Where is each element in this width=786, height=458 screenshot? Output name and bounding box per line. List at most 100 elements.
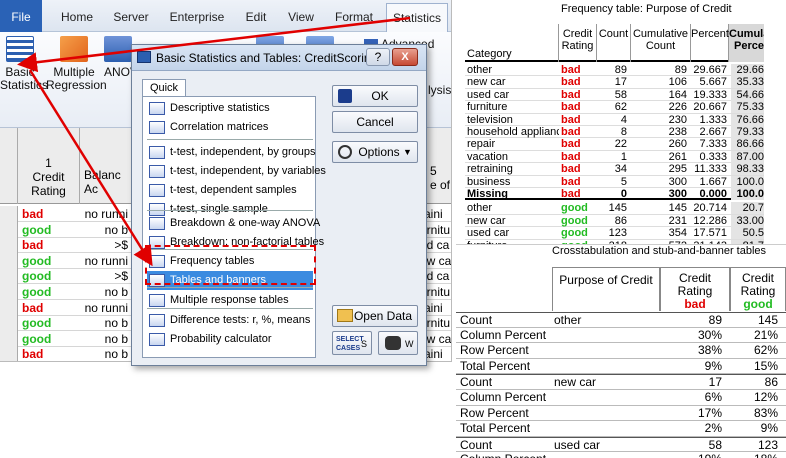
cell-bad: 9% (704, 358, 722, 373)
tab-file[interactable]: File (0, 0, 42, 32)
tab-edit[interactable]: Edit (238, 0, 274, 32)
cell-cumulative-percent: 87.00 (731, 150, 764, 163)
table-row: television bad 4 230 1.333 76.66 (465, 113, 764, 126)
row-header[interactable] (0, 299, 18, 316)
help-button[interactable]: ? (366, 48, 390, 66)
row-header[interactable] (0, 237, 18, 254)
cancel-button[interactable]: Cancel (332, 111, 418, 133)
list-item-correlation-matrices[interactable]: Correlation matrices (147, 118, 313, 137)
list-item-t-test-dependent-samples[interactable]: t-test, dependent samples (147, 181, 313, 200)
cell-percent: 29.667 (693, 64, 727, 76)
table-row: Column Percent 19% 18% (456, 452, 786, 458)
cell-credit-rating: bad (561, 150, 581, 163)
cell-purpose (554, 328, 658, 343)
cell-category: retraining (467, 163, 513, 176)
cell-bad: 2% (704, 421, 722, 436)
cell-balance[interactable]: no b (80, 316, 132, 331)
cell-balance[interactable]: no b (80, 223, 132, 238)
cell-credit-rating[interactable]: good (22, 285, 78, 300)
row-header[interactable] (0, 315, 18, 332)
list-item-breakdown-one-way-anova[interactable]: Breakdown & one-way ANOVA (147, 214, 320, 233)
credit-rating-label: Credit Rating (677, 271, 713, 298)
cell-percent: 1.667 (699, 175, 727, 188)
list-item-t-test-independent-by-variables[interactable]: t-test, independent, by variables (147, 162, 326, 181)
cell-credit-rating[interactable]: bad (22, 207, 78, 222)
cell-balance[interactable]: no runni (80, 301, 132, 316)
cell-statistic: Column Percent (460, 327, 547, 342)
cell-credit-rating[interactable]: good (22, 316, 78, 331)
multiple-regression-button[interactable]: Multiple Regression (46, 36, 107, 92)
cell-credit-rating[interactable]: good (22, 223, 78, 238)
row-header[interactable] (0, 330, 18, 347)
analysis-icon (149, 121, 165, 134)
close-button[interactable]: X (392, 48, 418, 66)
tab-view[interactable]: View (282, 0, 320, 32)
cell-credit-rating[interactable]: bad (22, 238, 78, 253)
cell-balance[interactable]: >$ (80, 269, 132, 284)
ok-button[interactable]: OK (332, 85, 418, 107)
table-row: Count other 89 145 (456, 312, 786, 328)
options-button[interactable]: Options ▼ (332, 141, 418, 163)
table-row: new car bad 17 106 5.667 35.33 (465, 76, 764, 89)
anova-button[interactable]: ANOV (104, 36, 138, 79)
tab-home[interactable]: Home (50, 0, 104, 32)
cell-percent: 0.000 (699, 188, 727, 200)
ok-label: OK (371, 89, 389, 103)
cell-cumulative-count: 238 (668, 126, 687, 138)
cell-credit-rating[interactable]: good (22, 254, 78, 269)
tab-enterprise[interactable]: Enterprise (162, 0, 232, 32)
open-data-button[interactable]: Open Data (332, 305, 418, 327)
cell-balance[interactable]: no b (80, 285, 132, 300)
row-header[interactable] (0, 346, 18, 361)
tab-format[interactable]: Format (328, 0, 380, 32)
row-header[interactable] (0, 221, 18, 238)
cell-credit-rating[interactable]: good (22, 269, 78, 284)
select-cases-button[interactable]: SELECT CASES S (332, 331, 372, 355)
column-header-credit-rating[interactable]: 1 Credit Rating (18, 128, 80, 204)
cell-percent: 5.667 (699, 76, 727, 89)
list-item-descriptive-statistics[interactable]: Descriptive statistics (147, 99, 313, 118)
cell-category: other (467, 64, 493, 76)
cell-credit-rating[interactable]: bad (22, 301, 78, 316)
cell-balance[interactable]: no b (80, 347, 132, 361)
cell-cumulative-count: 230 (668, 113, 687, 126)
cell-count: 1 (620, 150, 627, 163)
cell-credit-rating[interactable]: good (22, 332, 78, 347)
cell-balance[interactable]: no runni (80, 207, 132, 222)
list-item-probability-calculator[interactable]: Probability calculator (147, 330, 313, 349)
list-item-difference-tests-r-means[interactable]: Difference tests: r, %, means (147, 311, 313, 330)
column-title: Balanc Ac (84, 168, 121, 196)
column-header-balance[interactable]: Balanc Ac (80, 128, 132, 204)
cell-count: 5 (620, 175, 627, 188)
list-item-t-test-independent-by-groups[interactable]: t-test, independent, by groups (147, 143, 316, 162)
cell-percent: 1.333 (699, 113, 727, 126)
row-header[interactable] (0, 252, 18, 269)
cell-count: 8 (620, 126, 627, 138)
cell-good: 21% (753, 327, 778, 342)
basic-statistics-button[interactable]: Basic Statistics (0, 36, 48, 92)
cell-balance[interactable]: no runni (80, 254, 132, 269)
cell-count: 145 (608, 202, 627, 215)
table-row: Column Percent 30% 21% (456, 328, 786, 344)
row-header[interactable] (0, 268, 18, 285)
tab-statistics[interactable]: Statistics (386, 3, 448, 33)
tab-quick[interactable]: Quick (142, 79, 186, 97)
dialog-title-bar[interactable]: Basic Statistics and Tables: CreditScori… (132, 45, 426, 71)
cell-category: new car (467, 76, 506, 89)
cell-count: 4 (620, 113, 627, 126)
cell-cumulative-percent: 50.5 (731, 227, 764, 240)
cell-credit-rating: good (561, 202, 588, 215)
table-row: used car bad 58 164 19.333 54.66 (465, 88, 764, 102)
cell-balance[interactable]: >$ (80, 238, 132, 253)
row-header[interactable] (0, 206, 18, 222)
cell-credit-rating[interactable]: bad (22, 347, 78, 361)
row-header[interactable] (0, 284, 18, 300)
cell-statistic: Count (460, 375, 493, 390)
cell-credit-rating: bad (561, 163, 581, 176)
cell-cumulative-count: 145 (668, 202, 687, 215)
tab-server[interactable]: Server (108, 0, 154, 32)
cell-balance[interactable]: no b (80, 332, 132, 347)
corner-cell (0, 128, 18, 204)
weight-button[interactable]: W (378, 331, 418, 355)
table-row: furniture bad 62 226 20.667 75.33 (465, 101, 764, 114)
